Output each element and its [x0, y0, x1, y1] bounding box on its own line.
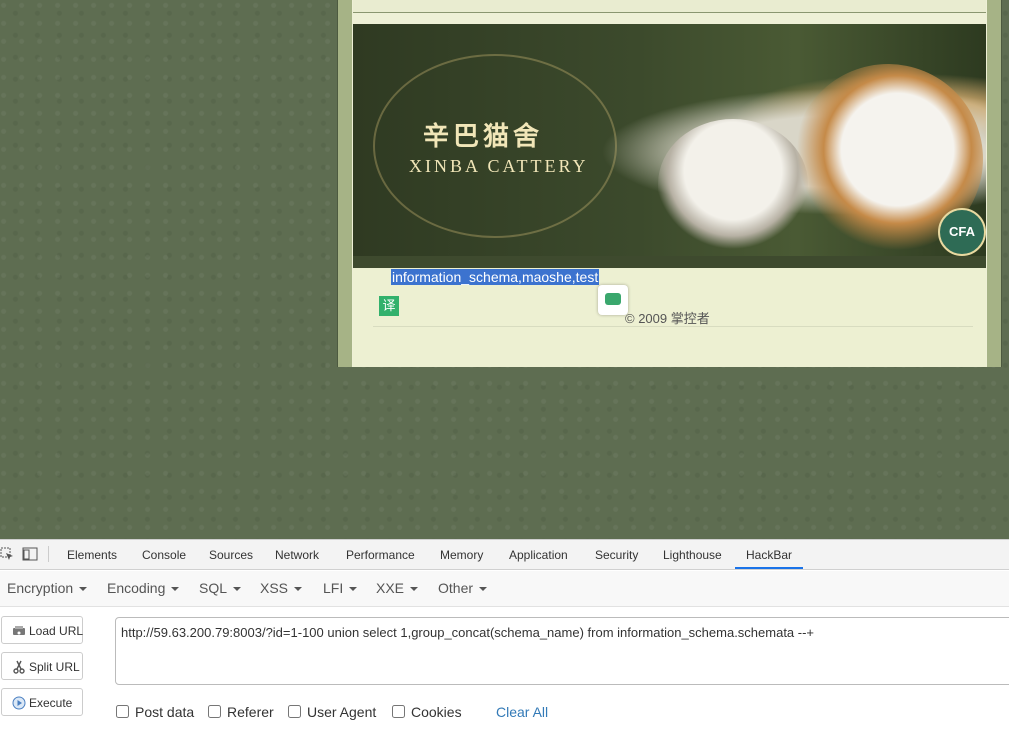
caret-down-icon [233, 587, 242, 592]
menu-encryption-label: Encryption [7, 580, 74, 596]
menu-xss-label: XSS [260, 580, 289, 596]
caret-down-icon [294, 587, 303, 592]
caret-down-icon [349, 587, 358, 592]
split-url-label: Split URL [29, 660, 80, 674]
tab-hackbar[interactable]: HackBar [735, 540, 804, 569]
hackbar-menubar: Encryption Encoding SQL XSS LFI XXE Othe… [0, 571, 1009, 607]
load-url-icon [12, 624, 26, 638]
tab-application[interactable]: Application [508, 540, 569, 569]
play-icon [12, 696, 26, 710]
referer-label: Referer [227, 704, 274, 720]
banner-title-en: XINBA CATTERY [409, 156, 589, 176]
menu-sql[interactable]: SQL [199, 580, 242, 596]
menu-lfi[interactable]: LFI [323, 580, 358, 596]
caret-down-icon [479, 587, 488, 592]
tab-security[interactable]: Security [594, 540, 639, 569]
split-url-button[interactable]: Split URL [1, 652, 83, 680]
execute-label: Execute [29, 696, 73, 710]
user-agent-checkbox[interactable]: User Agent [288, 704, 376, 720]
cfa-badge-icon: CFA [938, 208, 986, 256]
menu-encoding[interactable]: Encoding [107, 580, 180, 596]
caret-down-icon [410, 587, 419, 592]
url-textarea[interactable]: http://59.63.200.79:8003/?id=1-100 union… [115, 617, 1009, 685]
cookies-checkbox[interactable]: Cookies [392, 704, 462, 720]
menu-xxe[interactable]: XXE [376, 580, 419, 596]
menu-sql-label: SQL [199, 580, 228, 596]
menu-other[interactable]: Other [438, 580, 488, 596]
scissors-icon [12, 660, 26, 674]
browser-viewport: 辛巴猫舍 XINBA CATTERY CFA information_schem… [0, 0, 1009, 539]
query-result-text[interactable]: information_schema,maoshe,test [391, 269, 600, 285]
load-url-button[interactable]: Load URL [1, 616, 83, 644]
tab-memory[interactable]: Memory [439, 540, 484, 569]
tab-lighthouse[interactable]: Lighthouse [662, 540, 723, 569]
cookies-label: Cookies [411, 704, 462, 720]
menu-encoding-label: Encoding [107, 580, 166, 596]
inspect-element-icon[interactable] [0, 547, 14, 561]
referer-checkbox[interactable]: Referer [208, 704, 274, 720]
device-toolbar-icon[interactable] [22, 547, 38, 561]
banner-image: 辛巴猫舍 XINBA CATTERY CFA [353, 24, 986, 268]
devtools-tabbar: Elements Console Sources Network Perform… [0, 540, 1009, 570]
top-strip [353, 0, 986, 13]
referer-check[interactable] [208, 705, 221, 718]
devtools-panel: Elements Console Sources Network Perform… [0, 539, 1009, 732]
menu-lfi-label: LFI [323, 580, 344, 596]
banner-title-cn: 辛巴猫舍 [423, 122, 544, 152]
menu-encryption[interactable]: Encryption [7, 580, 88, 596]
copyright-text: © 2009 掌控者 [625, 311, 710, 326]
user-agent-check[interactable] [288, 705, 301, 718]
post-data-label: Post data [135, 704, 195, 720]
cat-image-left [658, 119, 808, 249]
tab-elements[interactable]: Elements [66, 540, 118, 569]
execute-button[interactable]: Execute [1, 688, 83, 716]
site-container: 辛巴猫舍 XINBA CATTERY CFA information_schem… [337, 0, 1002, 367]
clear-all-link[interactable]: Clear All [496, 704, 548, 720]
tabbar-separator [48, 546, 49, 562]
tab-performance[interactable]: Performance [345, 540, 416, 569]
translate-icon[interactable]: 译 [379, 296, 399, 316]
footer-divider [373, 326, 973, 327]
tab-network[interactable]: Network [274, 540, 320, 569]
caret-down-icon [79, 587, 88, 592]
caret-down-icon [171, 587, 180, 592]
menu-other-label: Other [438, 580, 474, 596]
tab-console[interactable]: Console [141, 540, 187, 569]
cookies-check[interactable] [392, 705, 405, 718]
menu-xxe-label: XXE [376, 580, 405, 596]
post-data-checkbox[interactable]: Post data [116, 704, 194, 720]
comment-icon[interactable] [598, 285, 628, 315]
menu-xss[interactable]: XSS [260, 580, 303, 596]
user-agent-label: User Agent [307, 704, 377, 720]
load-url-label: Load URL [29, 624, 84, 638]
post-data-check[interactable] [116, 705, 129, 718]
page-footer: information_schema,maoshe,test 译 © 2009 … [353, 268, 986, 367]
tab-sources[interactable]: Sources [208, 540, 254, 569]
